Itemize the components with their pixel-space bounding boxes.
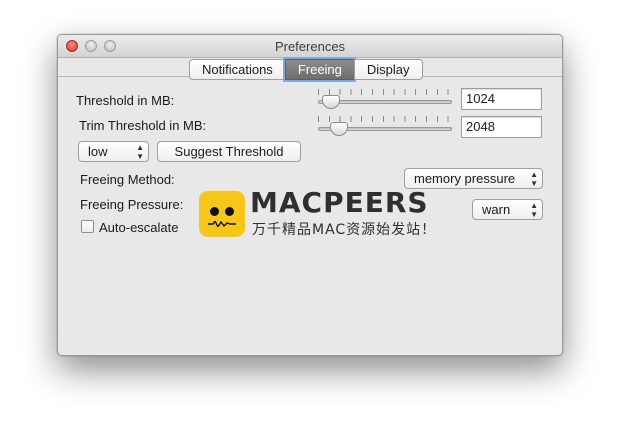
freeing-pressure-value: warn	[482, 202, 511, 217]
slider-knob[interactable]	[322, 95, 340, 109]
freeing-pressure-popup[interactable]: warn ▲ ▼	[472, 199, 543, 220]
title-bar[interactable]: Preferences	[58, 35, 562, 58]
auto-escalate-checkbox[interactable]	[81, 220, 94, 233]
threshold-field[interactable]: 1024	[461, 88, 542, 110]
up-down-arrows-icon: ▲ ▼	[530, 170, 538, 188]
level-popup-value: low	[88, 144, 108, 159]
tab-bar: Notifications Freeing Display	[189, 59, 423, 80]
slider-knob[interactable]	[330, 122, 348, 136]
auto-escalate-label[interactable]: Auto-escalate	[99, 220, 179, 235]
suggest-threshold-button[interactable]: Suggest Threshold	[157, 141, 301, 162]
macpeers-logo	[199, 191, 245, 237]
logo-eye	[210, 207, 219, 216]
freeing-pressure-label: Freeing Pressure:	[80, 197, 184, 212]
watermark-subtitle: 万千精品MAC资源始发站！	[252, 222, 437, 238]
tab-freeing[interactable]: Freeing	[284, 59, 354, 80]
logo-eye	[225, 207, 234, 216]
watermark-title: MACPEERS	[250, 186, 429, 219]
up-down-arrows-icon: ▲ ▼	[136, 143, 144, 161]
freeing-method-label: Freeing Method:	[80, 172, 175, 187]
tab-notifications[interactable]: Notifications	[189, 59, 285, 80]
slider-ticks	[318, 89, 452, 95]
threshold-slider[interactable]	[318, 89, 452, 113]
tab-display[interactable]: Display	[353, 59, 423, 80]
level-popup[interactable]: low ▲ ▼	[78, 141, 149, 162]
up-down-arrows-icon: ▲ ▼	[530, 201, 538, 219]
freeing-method-value: memory pressure	[414, 171, 516, 186]
window-title: Preferences	[274, 39, 346, 54]
logo-mouth	[208, 221, 236, 227]
trim-threshold-label: Trim Threshold in MB:	[79, 118, 207, 133]
threshold-label: Threshold in MB:	[76, 93, 175, 108]
trim-threshold-slider[interactable]	[318, 116, 452, 140]
trim-threshold-field[interactable]: 2048	[461, 116, 542, 138]
